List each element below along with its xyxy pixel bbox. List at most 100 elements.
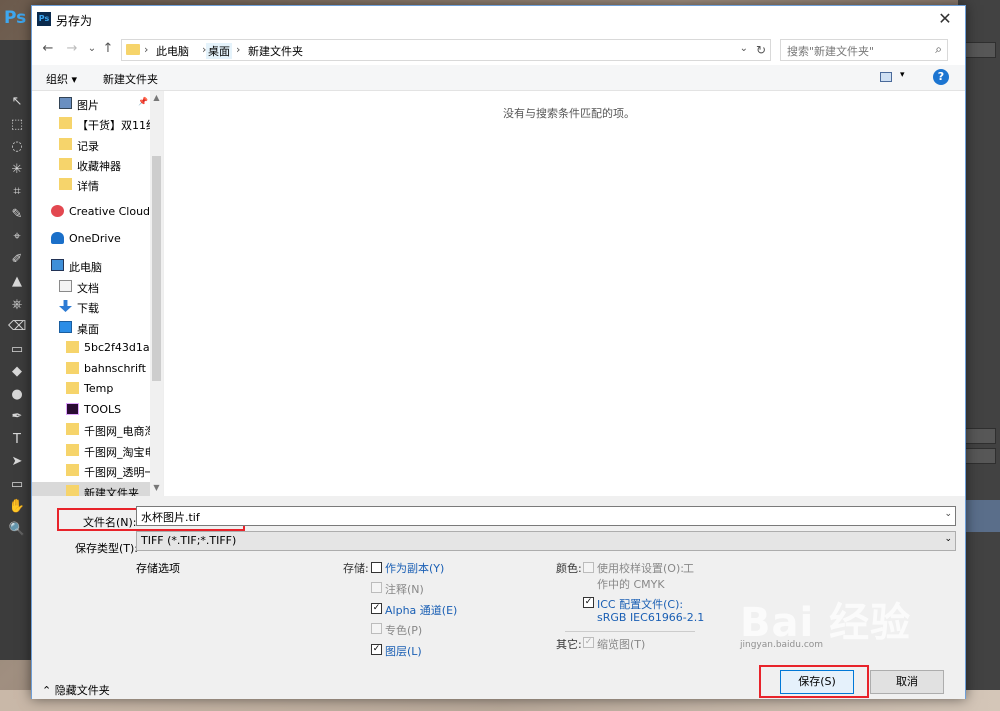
panel-control[interactable] [964,42,996,58]
photoshop-tool-icon[interactable]: ▭ [8,477,26,493]
filename-value[interactable]: 水杯图片.tif [141,509,200,525]
sidebar-item[interactable]: 记录 [32,135,150,155]
breadcrumb-desktop[interactable]: 桌面 [206,43,232,59]
photoshop-tool-icon[interactable]: T [8,432,26,448]
photoshop-tool-icon[interactable]: ⌫ [8,319,26,335]
navigation-pane: 图片 📌 【干货】双11红记录收藏神器详情 Creative Cloud F OneDr… [32,91,163,496]
chevron-down-icon[interactable]: ▾ [900,70,905,80]
alpha-channels-label[interactable]: Alpha 通道(E) [385,602,457,618]
scrollbar-thumb[interactable] [152,156,161,381]
sidebar-item[interactable]: 千图网_淘宝电 [32,441,150,461]
proof-setup-label: 使用校样设置(O): [597,562,684,575]
sidebar-item[interactable]: OneDrive [32,229,150,249]
photoshop-tool-icon[interactable]: ● [8,387,26,403]
icc-profile-label[interactable]: ICC 配置文件(C): [597,596,683,612]
sidebar-item[interactable]: TOOLS [32,400,150,420]
navigation-scrollbar[interactable]: ▲ ▼ [150,91,163,496]
scroll-up-icon[interactable]: ▲ [152,93,161,102]
panel-control[interactable] [964,428,996,444]
alpha-channels-checkbox[interactable]: ✓ [371,603,382,614]
view-options-icon[interactable] [880,72,892,82]
sidebar-item-label: Creative Cloud F [69,205,150,218]
photoshop-tool-icon[interactable]: ✎ [8,207,26,223]
file-list[interactable]: 没有与搜索条件匹配的项。 [163,91,965,496]
photoshop-tool-icon[interactable]: ⎈ [8,297,26,313]
sidebar-item-label: 图片 [77,99,99,112]
sidebar-item-label: 文档 [77,282,99,295]
folder-icon [66,382,79,394]
filetype-select[interactable]: TIFF (*.TIF;*.TIFF) ⌄ [136,531,956,551]
recent-locations-icon[interactable]: ⌄ [84,41,100,57]
folder-icon [59,117,72,129]
breadcrumb-this-pc[interactable]: 此电脑 [156,43,189,59]
hide-folders-toggle[interactable]: ⌃ 隐藏文件夹 [42,682,110,698]
back-arrow-icon[interactable]: ← [40,41,56,57]
photoshop-tool-icon[interactable]: ▭ [8,342,26,358]
cancel-button[interactable]: 取消 [870,670,944,694]
up-arrow-icon[interactable]: ↑ [100,41,116,57]
proof-setup-suffix: 工 [683,562,694,575]
sidebar-item[interactable]: 下载 [32,297,150,317]
photoshop-tool-icon[interactable]: ✳ [8,162,26,178]
layers-label[interactable]: 图层(L) [385,643,422,659]
sidebar-item[interactable]: Temp [32,379,150,399]
sidebar-item[interactable]: 5bc2f43d1a23 [32,338,150,358]
sidebar-item[interactable]: 新建文件夹 [32,482,150,496]
photoshop-tool-icon[interactable]: ◆ [8,364,26,380]
sidebar-item[interactable]: bahnschrift [32,359,150,379]
save-options-title: 存储选项 [136,562,180,575]
photoshop-tool-icon[interactable]: ✐ [8,252,26,268]
sidebar-item[interactable]: 【干货】双11红 [32,114,150,134]
folder-icon [66,362,79,374]
photoshop-tool-icon[interactable]: ⌗ [8,184,26,200]
forward-arrow-icon[interactable]: → [64,41,80,57]
photoshop-tool-icon[interactable]: ➤ [8,454,26,470]
layers-checkbox[interactable]: ✓ [371,644,382,655]
thumbnail-label: 缩览图(T) [597,638,646,651]
search-placeholder: 搜索"新建文件夹" [787,45,875,58]
as-copy-label[interactable]: 作为副本(Y) [385,560,444,576]
chevron-up-icon: ⌃ [42,684,52,697]
as-copy-checkbox[interactable] [371,562,382,573]
filename-field[interactable]: 水杯图片.tif ⌄ [136,506,956,526]
help-icon[interactable]: ? [933,69,949,85]
search-icon[interactable]: ⌕ [935,42,942,57]
empty-message: 没有与搜索条件匹配的项。 [503,107,635,120]
sidebar-item[interactable]: 千图网_透明一 [32,461,150,481]
refresh-icon[interactable]: ↻ [756,43,766,57]
organize-button[interactable]: 组织 ▾ [46,71,77,87]
highlight-box [759,665,869,698]
sidebar-item[interactable]: 文档 [32,277,150,297]
new-folder-button[interactable]: 新建文件夹 [103,71,158,87]
chevron-down-icon[interactable]: ⌄ [944,534,952,544]
address-bar[interactable]: › 此电脑 › 桌面 › 新建文件夹 ⌄ ↻ [121,39,771,61]
sidebar-item[interactable]: 此电脑 [32,256,150,276]
photoshop-tool-icon[interactable]: ↖ [8,94,26,110]
icc-profile-checkbox[interactable]: ✓ [583,597,594,608]
chevron-down-icon[interactable]: ⌄ [740,43,748,54]
photoshop-tool-icon[interactable]: ✋ [8,499,26,515]
sidebar-item[interactable]: 桌面 [32,318,150,338]
sidebar-item[interactable]: 详情 [32,175,150,195]
panel-control[interactable] [964,448,996,464]
photoshop-tool-icon[interactable]: ▲ [8,274,26,290]
chevron-down-icon[interactable]: ⌄ [944,509,952,519]
search-input[interactable]: 搜索"新建文件夹" ⌕ [780,39,948,61]
photoshop-tool-icon[interactable]: ◌ [8,139,26,155]
creative-cloud-icon [51,205,64,217]
breadcrumb-new-folder[interactable]: 新建文件夹 [248,43,303,59]
pin-icon[interactable]: 📌 [138,97,148,106]
photoshop-tool-icon[interactable]: ✒ [8,409,26,425]
icc-profile-name: sRGB IEC61966-2.1 [597,611,705,624]
sidebar-item[interactable]: 图片 📌 [32,94,150,114]
sidebar-item-label: 桌面 [77,323,99,336]
photoshop-tool-icon[interactable]: ⬚ [8,117,26,133]
scroll-down-icon[interactable]: ▼ [152,483,161,492]
photoshop-tool-icon[interactable]: 🔍 [8,522,26,538]
sidebar-item[interactable]: 收藏神器 [32,155,150,175]
sidebar-item[interactable]: 千图网_电商淘 [32,420,150,440]
this-pc-icon [51,259,64,271]
close-icon[interactable]: ✕ [933,9,957,29]
sidebar-item[interactable]: Creative Cloud F [32,202,150,222]
photoshop-tool-icon[interactable]: ⌖ [8,229,26,245]
